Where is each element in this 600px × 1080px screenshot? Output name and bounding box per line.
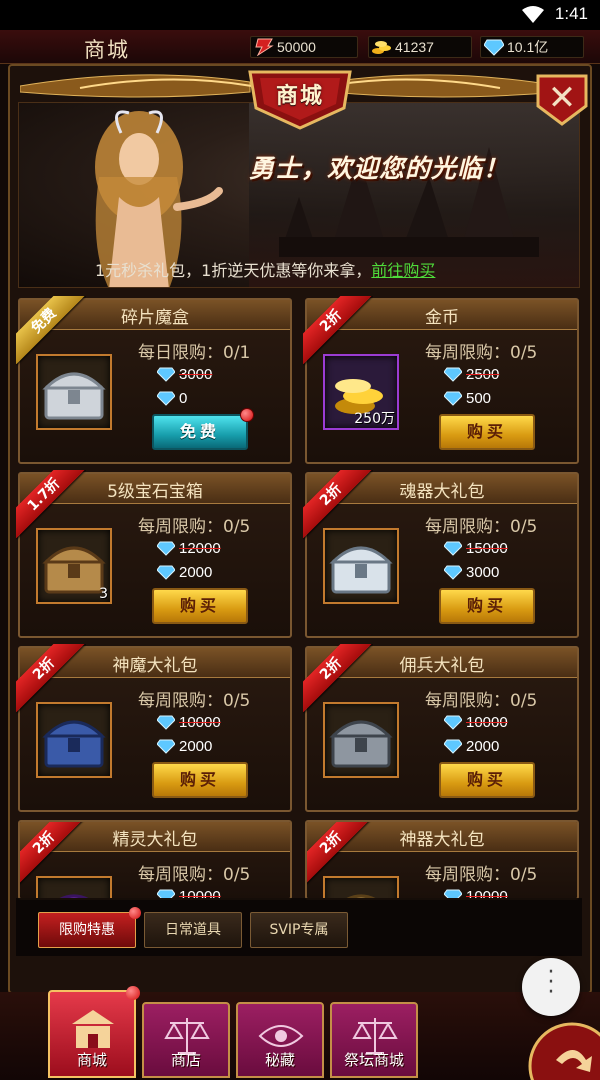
close-icon: ✕ [547,78,577,118]
nav-altar-mall[interactable]: 祭坛商城 [330,1002,418,1078]
diamond-icon [444,715,462,730]
diamond-icon [444,739,462,754]
shop-item-card: 神器大礼包 2折 每周限购：0/5 10000 [305,820,579,900]
purchase-limit: 每周限购：0/5 [425,865,538,885]
nav-mall[interactable]: 商城 [48,986,140,1078]
blue-chest-icon [42,720,106,768]
gold-coins-icon [372,41,391,54]
shop-emblem: 商城 [244,68,356,130]
diamond-icon [444,391,462,406]
diamond-icon [484,39,504,56]
item-icon-slot[interactable] [36,702,112,778]
diamond-icon [157,739,175,754]
shop-item-card: 魂器大礼包 2折 每周限购：0/5 15000 3000 购买 [303,470,579,638]
artifact-chest-icon [346,894,376,898]
original-price: 3000 [157,366,212,383]
discount-price: 2000 [157,564,212,581]
tab-svip-exclusive[interactable]: SVIP专属 [250,912,348,948]
promo-text: 1元秒杀礼包，1折逆天优惠等你来拿，前往购买 [95,261,436,280]
diamond-counter: 10.1亿 [480,36,584,58]
buy-button[interactable]: 购买 [439,762,535,798]
shop-item-card: 碎片魔盒 免费 每日限购：0/1 3000 0 免费 [16,296,292,464]
emblem-title: 商城 [275,84,324,109]
back-arrow-icon [528,1022,600,1080]
notification-dot [126,986,140,1000]
stamina-counter: 50000 [250,36,358,58]
page-title: 商城 [84,38,130,62]
close-button[interactable]: ✕ [534,72,590,128]
original-price: 2500 [444,366,499,383]
discount-price: 2000 [157,738,212,755]
purchase-limit: 每周限购：0/5 [138,865,251,885]
discount-price: 500 [444,390,491,407]
diamond-icon [157,391,175,406]
item-quantity: 3 [99,586,108,602]
item-icon-slot[interactable] [36,354,112,430]
purchase-limit: 每周限购：0/5 [425,691,538,711]
diamond-icon [444,367,462,382]
purple-chest-icon [59,894,89,898]
original-price: 10000 [157,714,221,731]
item-icon-slot[interactable]: 250万 [323,354,399,430]
shop-item-card: 佣兵大礼包 2折 每周限购：0/5 10000 2000 购买 [303,644,579,812]
diamond-icon [157,715,175,730]
status-time: 1:41 [554,4,588,23]
shop-item-card: 5级宝石宝箱 1.7折 3 每周限购：0/5 12000 2000 购买 [16,470,292,638]
buy-button[interactable]: 购买 [152,588,248,624]
item-icon-slot[interactable] [323,528,399,604]
item-icon-slot[interactable] [36,876,112,898]
diamond-icon [444,541,462,556]
nav-store[interactable]: 商店 [142,1002,230,1078]
purchase-limit: 每周限购：0/5 [425,517,538,537]
shop-item-card: 精灵大礼包 2折 每周限购：0/5 10000 [18,820,292,900]
item-icon-slot[interactable] [323,876,399,898]
purchase-limit: 每日限购：0/1 [138,343,251,363]
go-buy-link[interactable]: 前往购买 [371,261,435,280]
soul-chest-icon [329,546,393,594]
buy-button[interactable]: 购买 [439,414,535,450]
discount-price: 0 [157,390,187,407]
original-price: 15000 [444,540,508,557]
notification-dot [129,907,141,919]
purchase-limit: 每周限购：0/5 [138,691,251,711]
back-button[interactable] [516,1020,600,1080]
tab-daily-items[interactable]: 日常道具 [144,912,242,948]
gold-counter: 41237 [368,36,472,58]
diamond-icon [157,565,175,580]
nav-treasure[interactable]: 秘藏 [236,1002,324,1078]
silver-chest-icon [42,372,106,420]
purchase-limit: 每周限购：0/5 [425,343,538,363]
diamond-icon [444,565,462,580]
wifi-icon [522,6,544,23]
welcome-text: 勇士，欢迎您的光临！ [249,154,510,183]
shop-item-card: 金币 2折 250万 每周限购：0/5 2500 500 购买 [303,296,579,464]
tab-limited-offers[interactable]: 限购特惠 [38,907,141,948]
more-options-button[interactable]: · · · [522,958,580,1016]
discount-price: 3000 [444,564,499,581]
item-quantity: 250万 [354,411,395,427]
top-bar: 商城 50000 41237 10.1亿 [0,30,600,64]
original-price: 12000 [157,540,221,557]
buy-button[interactable]: 购买 [439,588,535,624]
steel-chest-icon [329,720,393,768]
shop-house-icon [72,1010,114,1048]
item-icon-slot[interactable] [323,702,399,778]
discount-price: 2000 [444,738,499,755]
buy-button[interactable]: 购买 [152,762,248,798]
original-price: 10000 [444,714,508,731]
stamina-icon [255,38,274,56]
notification-dot [240,408,254,422]
diamond-icon [157,367,175,382]
shop-item-card: 神魔大礼包 2折 每周限购：0/5 10000 2000 购买 [16,644,292,812]
free-claim-button[interactable]: 免费 [152,408,254,450]
purchase-limit: 每周限购：0/5 [138,517,251,537]
more-vertical-icon: · · · [547,960,555,1005]
diamond-icon [157,541,175,556]
status-bar: 1:41 [0,0,600,30]
item-icon-slot[interactable]: 3 [36,528,112,604]
